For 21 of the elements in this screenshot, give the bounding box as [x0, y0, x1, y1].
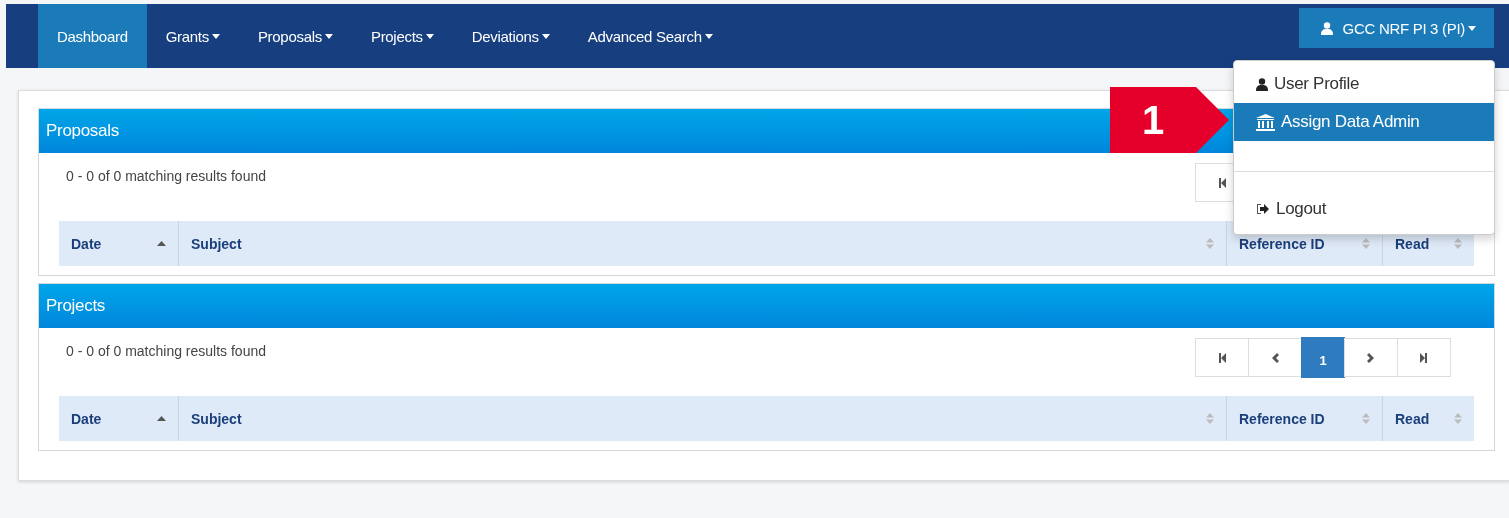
column-header[interactable]: Date [59, 396, 178, 441]
page-button[interactable]: 1 [1301, 337, 1345, 378]
column-header[interactable]: Subject [178, 396, 1226, 441]
nav-tab[interactable]: Advanced Search [568, 4, 732, 68]
user-menu-button[interactable]: GCC NRF PI 3 (PI) [1298, 8, 1494, 48]
nav-tab[interactable]: Projects [351, 4, 453, 68]
column-header[interactable]: Read [1382, 396, 1474, 441]
menu-item[interactable]: Logout [1234, 190, 1494, 228]
nav-tab[interactable]: Dashboard [38, 4, 147, 68]
nav-tab[interactable]: Grants [146, 4, 239, 68]
step-callout: 1 [1110, 87, 1229, 153]
menu-item[interactable]: Assign Data Admin [1234, 103, 1494, 141]
column-header[interactable]: Subject [178, 221, 1226, 266]
column-header[interactable]: Date [59, 221, 178, 266]
panel-header: Projects [39, 284, 1494, 328]
column-header[interactable]: Reference ID [1226, 396, 1382, 441]
nav-tab[interactable]: Deviations [452, 4, 569, 68]
results-count: 0 - 0 of 0 matching results found [66, 168, 266, 184]
results-count: 0 - 0 of 0 matching results found [66, 343, 266, 359]
nav-tab[interactable]: Proposals [238, 4, 352, 68]
menu-item[interactable]: User Profile [1234, 65, 1494, 103]
